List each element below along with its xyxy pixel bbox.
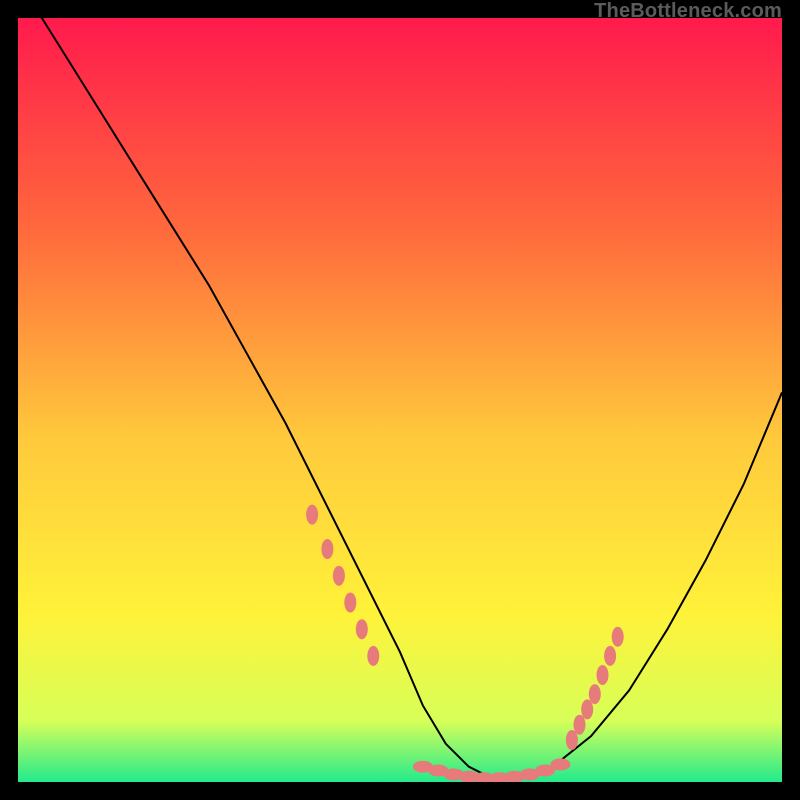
- marker-dot: [333, 566, 345, 586]
- gradient-bg: [18, 18, 782, 782]
- watermark-text: TheBottleneck.com: [594, 0, 782, 23]
- marker-dot: [367, 646, 379, 666]
- marker-dot: [566, 730, 578, 750]
- marker-dot: [597, 665, 609, 685]
- marker-dot: [321, 539, 333, 559]
- marker-dot: [356, 619, 368, 639]
- chart-svg: [18, 18, 782, 782]
- marker-dot: [581, 699, 593, 719]
- marker-dot: [612, 627, 624, 647]
- marker-dot: [589, 684, 601, 704]
- chart-frame: TheBottleneck.com: [0, 0, 800, 800]
- marker-dot: [574, 715, 586, 735]
- plot-area: [18, 18, 782, 782]
- marker-dot: [344, 593, 356, 613]
- marker-dot: [306, 505, 318, 525]
- marker-dot: [604, 646, 616, 666]
- marker-dot: [550, 758, 570, 770]
